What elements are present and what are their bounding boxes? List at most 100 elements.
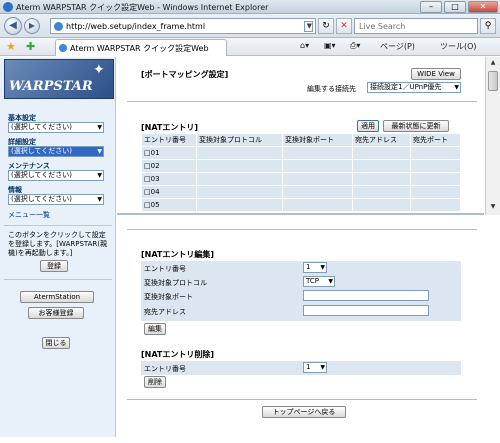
table-row[interactable]: □02 (141, 159, 461, 173)
entry-number-select[interactable]: 1 ▼ (303, 262, 327, 273)
table-cell (352, 146, 411, 160)
divider (4, 279, 112, 280)
entry-number: □01 (141, 146, 197, 160)
entry-number: □03 (141, 172, 197, 186)
url-field[interactable]: http://web.setup/index_frame.html ▼ (50, 18, 316, 34)
delete-section-title: [NATエントリ削除] (141, 350, 215, 359)
search-placeholder: Live Search (359, 22, 406, 31)
entry-number-text: 04 (150, 188, 160, 196)
close-button[interactable]: ✕ (468, 1, 498, 13)
chevron-down-icon[interactable]: ▼ (303, 21, 313, 32)
table-cell (282, 185, 353, 199)
divider (4, 225, 112, 226)
connection-select[interactable]: 接続設定1／UPnP優先 ▼ (367, 82, 461, 93)
basic-settings-value: (選択してください) (11, 123, 73, 131)
window-title: Aterm WARPSTAR クイック設定Web - Windows Inter… (16, 3, 269, 12)
destination-input[interactable] (303, 305, 429, 316)
chevron-down-icon: ▼ (320, 264, 325, 271)
detail-settings-select[interactable]: (選択してください) ▼ (8, 146, 104, 157)
maintenance-select[interactable]: (選択してください) ▼ (8, 170, 104, 181)
upper-scrollbar[interactable]: ▲ ▼ (485, 57, 500, 215)
forward-icon[interactable]: ▶ (24, 18, 40, 34)
tab-label: Aterm WARPSTAR クイック設定Web (70, 44, 209, 53)
apply-button[interactable]: 適用 (357, 120, 379, 132)
column-header: 宛先ポート (410, 133, 461, 147)
logo-text: WARPSTAR (9, 79, 93, 94)
port-label: 変換対象ポート (144, 293, 193, 301)
tools-menu[interactable]: ツール(O) (440, 41, 477, 52)
entry-number: □02 (141, 159, 197, 173)
minimize-button[interactable]: – (420, 1, 442, 13)
close-page-button[interactable]: 閉じる (42, 337, 70, 349)
scroll-up-icon[interactable]: ▲ (488, 59, 498, 69)
table-cell (196, 159, 283, 173)
search-input[interactable]: Live Search (354, 18, 478, 34)
wide-view-button[interactable]: WIDE View (411, 68, 461, 80)
column-header: 変換対象ポート (282, 133, 353, 147)
add-favorites-icon[interactable]: ✚ (26, 40, 35, 53)
table-cell (196, 198, 283, 212)
browser-tab[interactable]: Aterm WARPSTAR クイック設定Web (55, 39, 227, 56)
url-text: http://web.setup/index_frame.html (66, 22, 206, 31)
menu-list-link[interactable]: メニュー一覧 (8, 210, 50, 220)
nat-entry-title: [NATエントリ] (141, 123, 199, 132)
chevron-down-icon: ▼ (97, 172, 102, 179)
entry-number: □04 (141, 185, 197, 199)
back-icon[interactable]: ◀ (4, 17, 22, 35)
destination-label: 宛先アドレス (144, 308, 186, 316)
edit-section-title: [NATエントリ編集] (141, 250, 215, 259)
info-select[interactable]: (選択してください) ▼ (8, 194, 104, 205)
page-menu[interactable]: ページ(P) (380, 41, 415, 52)
table-cell (352, 172, 411, 186)
sidebar: ✦ WARPSTAR 基本設定 (選択してください) ▼ 詳細設定 (選択してくだ… (0, 57, 116, 437)
table-cell (410, 172, 461, 186)
register-note: このボタンをクリックして設定を登録します。[WARPSTAR(親機)を再起動しま… (8, 231, 108, 257)
port-input[interactable] (303, 290, 429, 301)
delete-entry-select[interactable]: 1 ▼ (303, 362, 327, 373)
basic-settings-select[interactable]: (選択してください) ▼ (8, 122, 104, 133)
back-to-top-button[interactable]: トップページへ戻る (262, 406, 346, 418)
entry-number-text: 01 (150, 149, 160, 157)
ie-tab-icon (59, 44, 67, 52)
scroll-thumb[interactable] (488, 71, 498, 91)
scroll-down-icon[interactable]: ▼ (488, 203, 498, 213)
feeds-icon[interactable]: ▣▾ (324, 41, 336, 50)
chevron-down-icon: ▼ (320, 364, 325, 371)
favorites-star-icon[interactable]: ★ (6, 40, 16, 53)
logo-star-icon: ✦ (93, 62, 105, 78)
maintenance-value: (選択してください) (11, 171, 73, 179)
delete-button[interactable]: 削除 (144, 376, 166, 388)
delete-entry-value: 1 (306, 363, 311, 371)
refresh-icon[interactable]: ↻ (318, 18, 334, 34)
edit-button[interactable]: 編集 (144, 323, 166, 335)
maximize-button[interactable]: □ (444, 1, 466, 13)
info-value: (選択してください) (11, 195, 73, 203)
entry-number-value: 1 (306, 263, 311, 271)
print-icon[interactable]: ⎙▾ (350, 41, 360, 51)
search-icon[interactable]: ⚲ (480, 18, 496, 34)
home-icon[interactable]: ⌂▾ (300, 41, 309, 50)
table-cell (410, 146, 461, 160)
column-header: 宛先アドレス (352, 133, 411, 147)
divider (127, 399, 477, 400)
detail-settings-value: (選択してください) (11, 147, 73, 155)
table-row[interactable]: □04 (141, 185, 461, 199)
column-header: エントリ番号 (141, 133, 197, 147)
customer-register-button[interactable]: お客様登録 (28, 307, 84, 319)
table-row[interactable]: □01 (141, 146, 461, 160)
ie-page-icon (54, 22, 63, 31)
aterm-station-button[interactable]: AtermStation (20, 291, 94, 303)
chevron-down-icon: ▼ (97, 148, 102, 155)
divider (127, 229, 477, 230)
protocol-select[interactable]: TCP ▼ (303, 276, 335, 287)
table-row[interactable]: □03 (141, 172, 461, 186)
title-bar: Aterm WARPSTAR クイック設定Web - Windows Inter… (0, 0, 500, 14)
register-button[interactable]: 登録 (40, 260, 68, 272)
refresh-status-button[interactable]: 最新状態に更新 (383, 120, 449, 132)
warpstar-logo: ✦ WARPSTAR (4, 59, 114, 99)
ie-app-icon (3, 2, 13, 12)
divider (127, 101, 477, 102)
table-row[interactable]: □05 (141, 198, 461, 212)
stop-icon[interactable]: ✕ (336, 18, 352, 34)
table-cell (196, 185, 283, 199)
